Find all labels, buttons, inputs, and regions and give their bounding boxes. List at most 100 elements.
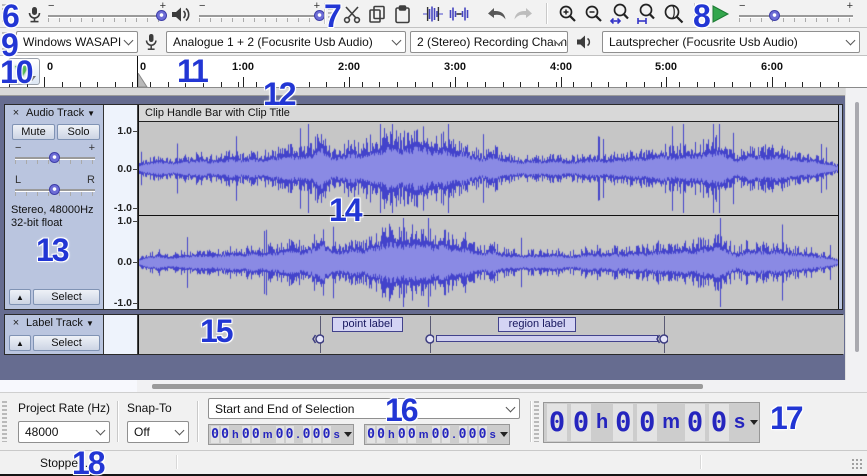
undo-button[interactable] xyxy=(485,2,509,26)
time-digit[interactable]: 0 xyxy=(547,404,567,441)
point-label-marker[interactable] xyxy=(312,331,324,345)
audio-host-select[interactable]: Windows WASAPI xyxy=(16,31,138,53)
paste-button[interactable] xyxy=(390,2,414,26)
vertical-scrollbar-thumb[interactable] xyxy=(855,102,859,352)
mute-button[interactable]: Mute xyxy=(12,124,55,140)
zoom-out-button[interactable] xyxy=(582,2,606,26)
time-digit[interactable]: 0 xyxy=(313,426,321,443)
region-label-bar[interactable] xyxy=(436,335,658,342)
time-digit[interactable]: 0 xyxy=(221,426,229,443)
time-digit[interactable]: 0 xyxy=(685,404,705,441)
region-label-text[interactable]: region label xyxy=(498,317,576,332)
time-unit[interactable]: h xyxy=(386,429,397,441)
time-unit[interactable]: h xyxy=(593,411,611,434)
vertical-scrollbar[interactable] xyxy=(845,88,867,380)
recording-volume-slider[interactable]: − + xyxy=(46,2,168,24)
time-digit[interactable]: 0 xyxy=(571,404,591,441)
cut-button[interactable] xyxy=(340,2,364,26)
silence-audio-button[interactable] xyxy=(447,2,471,26)
time-unit[interactable]: m xyxy=(417,429,431,441)
window-resize-grip[interactable] xyxy=(851,458,863,470)
waveform-channel-left[interactable] xyxy=(139,122,838,215)
time-digit[interactable]: 0 xyxy=(408,426,416,443)
gain-thumb[interactable] xyxy=(49,152,60,163)
region-label-marker[interactable] xyxy=(422,331,434,345)
time-digit[interactable]: 0 xyxy=(398,426,406,443)
select-track-button[interactable]: Select xyxy=(33,289,100,305)
play-speed-slider[interactable]: − + xyxy=(737,2,855,24)
toolbar-grip[interactable] xyxy=(534,401,539,442)
selection-mode-select[interactable]: Start and End of Selection xyxy=(208,398,520,419)
collapse-track-button[interactable]: ▲ xyxy=(9,289,31,305)
recording-device-select[interactable]: Analogue 1 + 2 (Focusrite Usb Audio) xyxy=(166,31,406,53)
time-unit[interactable]: m xyxy=(261,429,275,441)
time-unit[interactable]: . xyxy=(295,429,302,441)
audio-position-field[interactable]: 00h00m00s xyxy=(543,402,760,443)
time-unit[interactable]: m xyxy=(659,411,683,434)
time-format-dropdown-icon[interactable] xyxy=(344,432,352,437)
select-track-button[interactable]: Select xyxy=(33,335,100,351)
redo-button[interactable] xyxy=(511,2,535,26)
collapse-track-button[interactable]: ▲ xyxy=(9,335,31,351)
quick-play-marker[interactable] xyxy=(138,73,148,87)
horizontal-scrollbar-thumb[interactable] xyxy=(152,384,703,389)
time-digit[interactable]: 0 xyxy=(211,426,219,443)
time-digit[interactable]: 0 xyxy=(367,426,375,443)
snap-to-select[interactable]: Off xyxy=(127,421,189,443)
time-unit[interactable]: s xyxy=(488,429,498,441)
zoom-selection-button[interactable] xyxy=(608,2,632,26)
time-digit[interactable]: 0 xyxy=(303,426,311,443)
playback-volume-thumb[interactable] xyxy=(314,10,325,21)
time-digit[interactable]: 0 xyxy=(242,426,250,443)
gain-slider[interactable]: − + xyxy=(13,144,97,166)
track-title-menu[interactable]: Label Track ▼ xyxy=(26,317,94,329)
vertical-scale-ruler[interactable]: 1.00.0-1.01.00.0-1.0 xyxy=(104,105,138,309)
time-unit[interactable]: . xyxy=(451,429,458,441)
time-format-dropdown-icon[interactable] xyxy=(750,420,758,425)
play-at-speed-button[interactable] xyxy=(706,2,734,26)
zoom-toggle-button[interactable] xyxy=(660,2,688,26)
play-speed-thumb[interactable] xyxy=(769,10,780,21)
trim-audio-button[interactable] xyxy=(421,2,445,26)
clip-handle-bar[interactable]: Clip Handle Bar with Clip Title xyxy=(139,105,838,122)
time-digit[interactable]: 0 xyxy=(709,404,729,441)
region-label-marker[interactable] xyxy=(656,331,668,345)
toolbar-grip[interactable] xyxy=(2,401,7,442)
audio-clip[interactable]: Clip Handle Bar with Clip Title xyxy=(138,105,839,309)
zoom-fit-button[interactable] xyxy=(634,2,658,26)
time-digit[interactable]: 0 xyxy=(252,426,260,443)
project-rate-select[interactable]: 48000 xyxy=(18,421,110,443)
close-track-button[interactable]: × xyxy=(9,317,23,331)
solo-button[interactable]: Solo xyxy=(57,124,100,140)
time-unit[interactable]: s xyxy=(731,411,748,434)
recording-volume-thumb[interactable] xyxy=(156,10,167,21)
time-unit[interactable]: h xyxy=(230,429,241,441)
selection-start-field[interactable]: 00h00m00.000s xyxy=(208,424,354,445)
track-window[interactable]: × Audio Track ▼ Mute Solo − + L R xyxy=(0,88,845,380)
close-track-button[interactable]: × xyxy=(9,107,23,121)
point-label-text[interactable]: point label xyxy=(332,317,403,332)
pan-thumb[interactable] xyxy=(49,184,60,195)
time-format-dropdown-icon[interactable] xyxy=(500,432,508,437)
time-digit[interactable]: 0 xyxy=(442,426,450,443)
time-digit[interactable]: 0 xyxy=(637,404,657,441)
time-digit[interactable]: 0 xyxy=(377,426,385,443)
waveform-channel-right[interactable] xyxy=(139,216,838,309)
time-digit[interactable]: 0 xyxy=(276,426,284,443)
horizontal-scrollbar[interactable] xyxy=(0,380,845,392)
zoom-in-button[interactable] xyxy=(556,2,580,26)
time-digit[interactable]: 0 xyxy=(323,426,331,443)
pan-slider[interactable]: L R xyxy=(13,176,97,198)
time-digit[interactable]: 0 xyxy=(286,426,294,443)
time-digit[interactable]: 0 xyxy=(479,426,487,443)
time-digit[interactable]: 0 xyxy=(432,426,440,443)
time-digit[interactable]: 0 xyxy=(459,426,467,443)
track-title-menu[interactable]: Audio Track ▼ xyxy=(26,107,95,119)
copy-button[interactable] xyxy=(365,2,389,26)
playback-device-select[interactable]: Lautsprecher (Focusrite Usb Audio) xyxy=(602,31,860,53)
recording-channels-select[interactable]: 2 (Stereo) Recording Channels xyxy=(410,31,568,53)
playback-volume-slider[interactable]: − + xyxy=(197,2,322,24)
time-digit[interactable]: 0 xyxy=(469,426,477,443)
time-unit[interactable]: s xyxy=(332,429,342,441)
timeline-ruler[interactable]: 001:002:003:004:005:006:00 xyxy=(0,56,867,88)
